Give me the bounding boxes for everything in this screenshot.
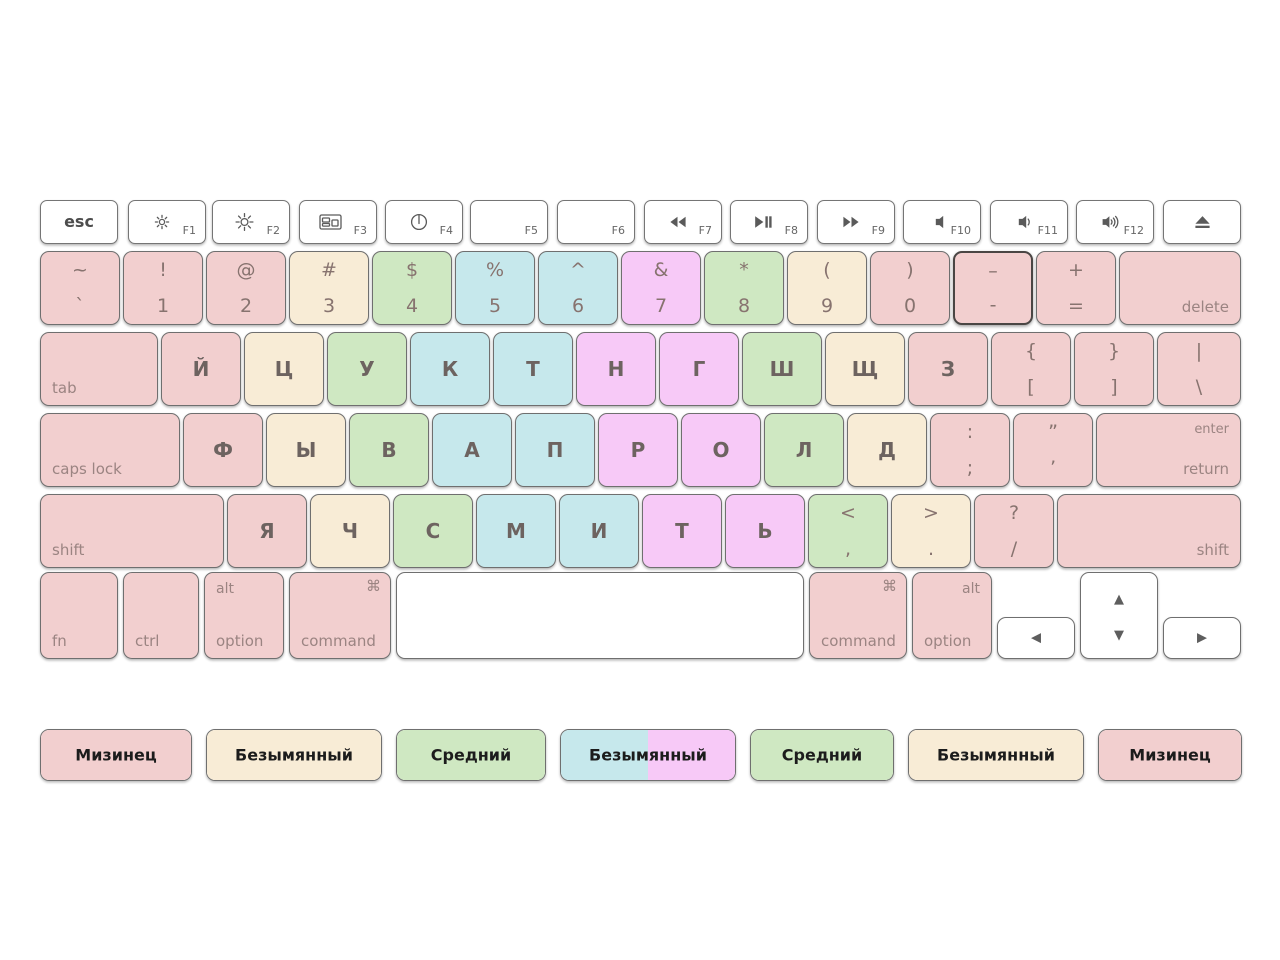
legend-label: Мизинец [75,745,157,765]
legend-label: Средний [430,745,512,765]
legend-label: Безымянный [589,745,707,765]
legend-ring-left: Безымянный [206,729,382,781]
legend-label: Мизинец [1129,745,1211,765]
legend-label: Средний [781,745,863,765]
legend-index: Безымянный [560,729,736,781]
legend-middle-left: Средний [396,729,546,781]
legend-label: Безымянный [937,745,1055,765]
legend-pinky-right: Мизинец [1098,729,1242,781]
legend-label: Безымянный [235,745,353,765]
finger-legend: Мизинец Безымянный Средний Безымянный Средни… [0,0,1280,960]
legend-pinky-left: Мизинец [40,729,192,781]
legend-middle-right: Средний [750,729,894,781]
legend-ring-right: Безымянный [908,729,1084,781]
